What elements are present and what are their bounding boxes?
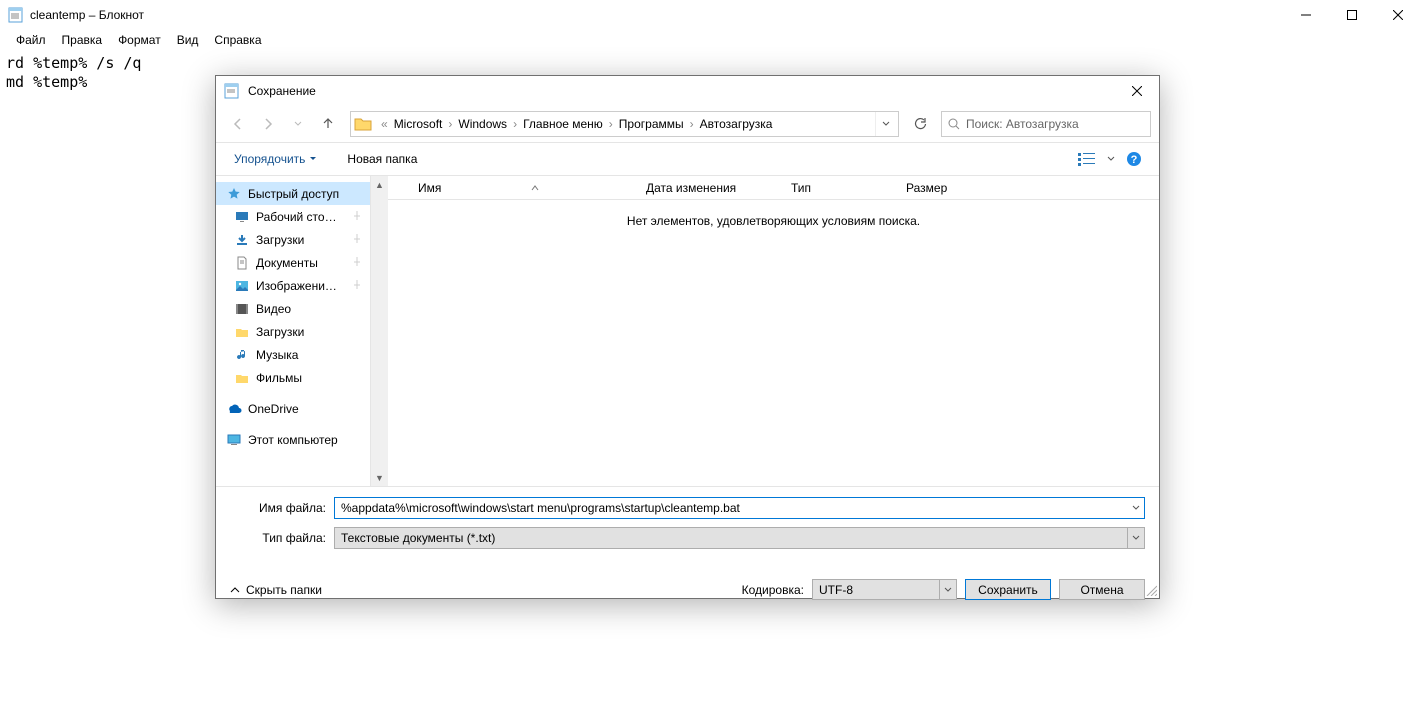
tree-pictures[interactable]: Изображени… [216,274,370,297]
breadcrumb: « Microsoft› Windows› Главное меню› Прог… [378,117,775,131]
col-type[interactable]: Тип [783,176,898,199]
pin-icon [352,211,364,223]
tree-downloads[interactable]: Загрузки [216,228,370,251]
minimize-button[interactable] [1283,0,1329,30]
menu-help[interactable]: Справка [206,31,269,49]
sort-icon [531,185,539,191]
menu-edit[interactable]: Правка [54,31,111,49]
close-button[interactable] [1375,0,1421,30]
notepad-titlebar: cleantemp – Блокнот [0,0,1421,30]
up-button[interactable] [314,110,342,138]
folder-icon [354,115,372,133]
desktop-icon [234,209,250,225]
dialog-icon [224,83,240,99]
notepad-title: cleantemp – Блокнот [30,8,144,22]
search-icon [948,118,960,130]
tree-desktop[interactable]: Рабочий сто… [216,205,370,228]
svg-text:?: ? [1131,154,1138,166]
tree-video[interactable]: Видео [216,297,370,320]
pictures-icon [234,278,250,294]
col-date[interactable]: Дата изменения [638,176,783,199]
refresh-button[interactable] [907,111,933,137]
dialog-footer: Скрыть папки Кодировка: UTF-8 Сохранить … [216,561,1159,614]
chevron-down-icon [1127,528,1144,548]
tree-pane: Быстрый доступ Рабочий сто… Загрузки Док… [216,176,371,486]
crumb-startmenu[interactable]: Главное меню [520,117,606,131]
new-folder-button[interactable]: Новая папка [341,148,423,170]
filetype-select[interactable]: Текстовые документы (*.txt) [334,527,1145,549]
filename-dropdown[interactable] [1127,498,1144,518]
menu-format[interactable]: Формат [110,31,169,49]
menu-file[interactable]: Файл [8,31,54,49]
file-list: Имя Дата изменения Тип Размер Нет элемен… [388,176,1159,486]
col-size[interactable]: Размер [898,176,1159,199]
dialog-title: Сохранение [248,84,316,98]
star-icon [226,186,242,202]
search-box[interactable]: Поиск: Автозагрузка [941,111,1151,137]
chevron-up-icon [230,585,240,595]
tree-quick-access[interactable]: Быстрый доступ [216,182,370,205]
encoding-select[interactable]: UTF-8 [812,579,957,600]
tree-onedrive[interactable]: OneDrive [216,397,370,420]
pin-icon [352,280,364,292]
view-dropdown-icon[interactable] [1107,155,1115,163]
crumb-programs[interactable]: Программы [616,117,687,131]
address-bar[interactable]: « Microsoft› Windows› Главное меню› Прог… [350,111,899,137]
filetype-label: Тип файла: [230,531,334,545]
save-button[interactable]: Сохранить [965,579,1051,600]
onedrive-icon [226,401,242,417]
download-icon [234,232,250,248]
dialog-titlebar: Сохранение [216,76,1159,106]
video-icon [234,301,250,317]
search-placeholder: Поиск: Автозагрузка [966,117,1079,131]
col-name[interactable]: Имя [388,176,638,199]
tree-movies[interactable]: Фильмы [216,366,370,389]
cancel-button[interactable]: Отмена [1059,579,1145,600]
resize-grip[interactable] [1145,584,1157,596]
encoding-label: Кодировка: [742,583,804,597]
filename-input[interactable] [334,497,1145,519]
tree-documents[interactable]: Документы [216,251,370,274]
folder-icon [234,370,250,386]
address-dropdown[interactable] [875,112,895,136]
organize-button[interactable]: Упорядочить [228,148,323,170]
hide-folders-button[interactable]: Скрыть папки [230,583,322,597]
column-headers: Имя Дата изменения Тип Размер [388,176,1159,200]
nav-bar: « Microsoft› Windows› Главное меню› Прог… [216,106,1159,142]
toolbar: Упорядочить Новая папка ? [216,142,1159,176]
forward-button[interactable] [254,110,282,138]
back-button[interactable] [224,110,252,138]
form-area: Имя файла: Тип файла: Текстовые документ… [216,486,1159,561]
chevron-down-icon [939,580,956,599]
filename-label: Имя файла: [230,501,334,515]
crumb-microsoft[interactable]: Microsoft [391,117,446,131]
music-icon [234,347,250,363]
tree-music[interactable]: Музыка [216,343,370,366]
document-icon [234,255,250,271]
maximize-button[interactable] [1329,0,1375,30]
menu-view[interactable]: Вид [169,31,207,49]
notepad-menubar: Файл Правка Формат Вид Справка [0,30,1421,50]
tree-scrollbar[interactable]: ▲ ▼ [371,176,388,486]
empty-message: Нет элементов, удовлетворяющих условиям … [388,200,1159,486]
dialog-close-button[interactable] [1114,76,1159,106]
tree-thispc[interactable]: Этот компьютер [216,428,370,451]
save-dialog: Сохранение « Microsoft› Windows› Главное… [215,75,1160,599]
view-button[interactable] [1075,148,1101,170]
folder-icon [234,324,250,340]
breadcrumb-prefix[interactable]: « [378,117,391,131]
tree-downloads2[interactable]: Загрузки [216,320,370,343]
computer-icon [226,432,242,448]
help-button[interactable]: ? [1121,148,1147,170]
pin-icon [352,257,364,269]
pin-icon [352,234,364,246]
crumb-windows[interactable]: Windows [455,117,510,131]
crumb-startup[interactable]: Автозагрузка [697,117,776,131]
notepad-icon [8,7,24,23]
recent-dropdown[interactable] [284,110,312,138]
